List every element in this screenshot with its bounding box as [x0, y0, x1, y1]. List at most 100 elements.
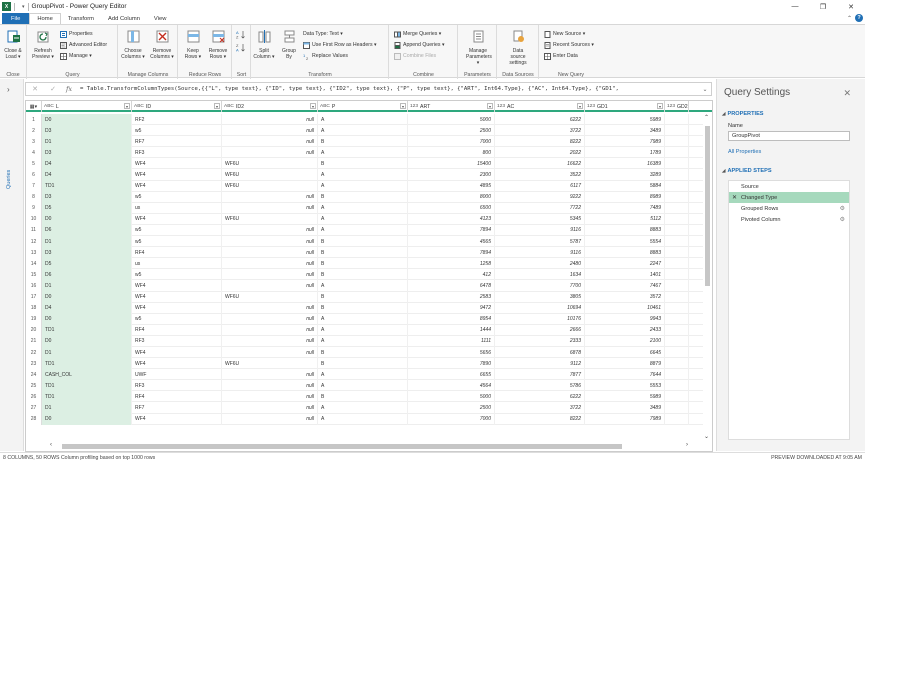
- table-cell[interactable]: 5787: [495, 236, 585, 248]
- table-row[interactable]: 1 D0 RF2 null A 5000 6222 5989: [26, 114, 712, 126]
- manage-query-button[interactable]: Manage ▾: [60, 52, 92, 60]
- all-properties-link[interactable]: All Properties: [728, 149, 761, 155]
- table-cell[interactable]: D0: [42, 213, 132, 225]
- table-cell[interactable]: D1: [42, 402, 132, 414]
- tab-transform[interactable]: Transform: [61, 13, 101, 24]
- table-row[interactable]: 18 D4 WF4 null B 9472 10694 10461: [26, 302, 712, 314]
- table-cell[interactable]: 1789: [585, 147, 665, 159]
- restore-button[interactable]: ❐: [809, 0, 837, 13]
- table-cell-gd2[interactable]: [665, 125, 689, 137]
- table-cell[interactable]: UWF: [132, 369, 222, 381]
- table-row[interactable]: 16 D1 WF4 null A 6478 7700 7467: [26, 280, 712, 292]
- table-cell[interactable]: 5000: [408, 391, 495, 403]
- table-cell[interactable]: 5884: [585, 180, 665, 192]
- table-cell[interactable]: 7000: [408, 136, 495, 148]
- table-cell[interactable]: A: [318, 125, 408, 137]
- new-source-button[interactable]: New Source ▾: [544, 30, 585, 38]
- table-row[interactable]: 26 TD1 RF4 null B 5000 6222 5989: [26, 391, 712, 403]
- quick-access-dropdown-icon[interactable]: ▾: [22, 4, 25, 10]
- table-cell[interactable]: 7722: [495, 202, 585, 214]
- column-header-p[interactable]: ABC P ▾: [318, 101, 408, 112]
- table-cell[interactable]: null: [222, 224, 318, 237]
- merge-queries-button[interactable]: Merge Queries ▾: [394, 30, 441, 38]
- table-cell[interactable]: 5112: [585, 213, 665, 225]
- applied-step[interactable]: Source: [729, 181, 849, 192]
- table-cell[interactable]: WF6U: [222, 358, 318, 370]
- column-header-id2[interactable]: ABC ID2 ▾: [222, 101, 318, 112]
- table-cell[interactable]: null: [222, 247, 318, 259]
- advanced-editor-button[interactable]: Advanced Editor: [60, 41, 107, 49]
- append-queries-button[interactable]: Append Queries ▾: [394, 41, 445, 49]
- table-cell-gd2[interactable]: [665, 346, 689, 359]
- table-cell[interactable]: A: [318, 180, 408, 192]
- remove-rows-button[interactable]: Remove Rows ▾: [206, 29, 230, 60]
- table-cell[interactable]: null: [222, 269, 318, 281]
- table-cell[interactable]: B: [318, 136, 408, 148]
- table-cell[interactable]: 10176: [495, 313, 585, 325]
- expand-queries-icon[interactable]: ›: [7, 85, 10, 94]
- tab-view[interactable]: View: [147, 13, 173, 24]
- table-cell[interactable]: A: [318, 402, 408, 414]
- close-window-button[interactable]: ✕: [837, 0, 865, 13]
- table-cell[interactable]: 2583: [408, 291, 495, 303]
- table-cell[interactable]: us: [132, 258, 222, 270]
- table-cell[interactable]: 10694: [495, 302, 585, 314]
- table-cell[interactable]: A: [318, 369, 408, 381]
- table-cell-gd2[interactable]: [665, 358, 689, 370]
- table-cell[interactable]: 5989: [585, 114, 665, 126]
- applied-step[interactable]: Grouped Rows ⚙: [729, 203, 849, 214]
- table-cell[interactable]: 2433: [585, 324, 665, 336]
- table-cell[interactable]: WF6U: [222, 180, 318, 192]
- number-type-icon[interactable]: 123: [667, 104, 675, 109]
- table-cell[interactable]: 8954: [408, 313, 495, 325]
- table-cell[interactable]: D3: [42, 125, 132, 137]
- table-row[interactable]: 8 D3 w5 null B 8000 9222 8989: [26, 191, 712, 203]
- table-cell[interactable]: 7890: [408, 358, 495, 370]
- table-cell-gd2[interactable]: [665, 224, 689, 237]
- table-cell[interactable]: WF4: [132, 169, 222, 181]
- data-type-dropdown[interactable]: Data Type: Text ▾: [303, 30, 343, 38]
- table-row[interactable]: 17 D0 WF4 WF6U B 2583 3805 3572: [26, 291, 712, 303]
- remove-columns-button[interactable]: Remove Columns ▾: [150, 29, 174, 60]
- applied-step[interactable]: Pivoted Column ⚙: [729, 214, 849, 225]
- table-cell-gd2[interactable]: [665, 180, 689, 192]
- table-cell-gd2[interactable]: [665, 335, 689, 347]
- table-row[interactable]: 6 D4 WF4 WF6U A 2300 3522 3289: [26, 169, 712, 181]
- table-cell[interactable]: D3: [42, 147, 132, 159]
- use-first-row-headers-button[interactable]: Use First Row as Headers ▾: [303, 41, 377, 49]
- table-cell[interactable]: w5: [132, 125, 222, 137]
- table-cell-gd2[interactable]: [665, 191, 689, 203]
- table-cell-gd2[interactable]: [665, 324, 689, 336]
- table-cell[interactable]: 8222: [495, 413, 585, 425]
- table-cell-gd2[interactable]: [665, 202, 689, 214]
- table-cell[interactable]: null: [222, 391, 318, 403]
- table-cell[interactable]: 7877: [495, 369, 585, 381]
- table-cell-gd2[interactable]: [665, 247, 689, 259]
- table-cell[interactable]: RF7: [132, 402, 222, 414]
- table-cell[interactable]: 7467: [585, 280, 665, 292]
- table-cell[interactable]: 3722: [495, 402, 585, 414]
- table-cell[interactable]: D3: [42, 191, 132, 203]
- table-cell[interactable]: D4: [42, 169, 132, 181]
- table-cell[interactable]: A: [318, 380, 408, 392]
- table-cell[interactable]: WF6U: [222, 291, 318, 303]
- table-cell[interactable]: D1: [42, 136, 132, 148]
- table-row[interactable]: 7 TD1 WF4 WF6U A 4895 6117 5884: [26, 180, 712, 192]
- table-cell[interactable]: RF3: [132, 380, 222, 392]
- table-cell[interactable]: WF4: [132, 213, 222, 225]
- table-cell[interactable]: 2100: [585, 335, 665, 347]
- number-type-icon[interactable]: 123: [410, 104, 418, 109]
- text-type-icon[interactable]: ABC: [320, 104, 330, 109]
- table-cell[interactable]: B: [318, 258, 408, 270]
- table-row[interactable]: 20 TD1 RF4 null A 1444 2666 2433: [26, 324, 712, 336]
- table-cell[interactable]: A: [318, 324, 408, 336]
- text-type-icon[interactable]: ABC: [134, 104, 144, 109]
- table-cell[interactable]: RF4: [132, 391, 222, 403]
- properties-section-title[interactable]: ◢ PROPERTIES: [722, 111, 764, 117]
- table-cell[interactable]: 9222: [495, 191, 585, 203]
- properties-button[interactable]: Properties: [60, 30, 93, 38]
- data-source-settings-button[interactable]: Data source settings: [506, 29, 530, 66]
- table-cell[interactable]: 5000: [408, 114, 495, 126]
- help-icon[interactable]: ?: [855, 14, 863, 22]
- column-header-gd1[interactable]: 123 GD1 ▾: [585, 101, 665, 112]
